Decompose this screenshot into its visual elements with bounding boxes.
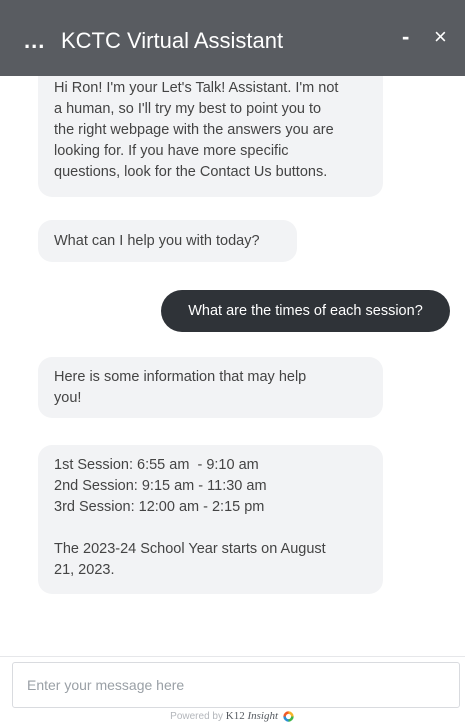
message-line: The 2023-24 School Year starts on August — [54, 541, 326, 557]
bot-message: Here is some information that may help y… — [38, 357, 383, 418]
message-spacer — [54, 518, 367, 539]
message-line: Here is some information that may help — [54, 369, 307, 385]
powered-by-label: Powered by — [170, 711, 223, 722]
message-line: the right webpage with the answers you a… — [54, 122, 334, 138]
message-line: a human, so I'll try my best to point yo… — [54, 101, 322, 117]
footer-divider — [0, 656, 465, 657]
message-input[interactable] — [12, 662, 460, 708]
user-message: What are the times of each session? — [161, 290, 450, 332]
chat-title: KCTC Virtual Assistant — [61, 28, 284, 53]
minimize-icon[interactable]: - — [402, 24, 409, 50]
message-line: Hi Ron! I'm your Let's Talk! Assistant. … — [54, 80, 339, 96]
message-line: 3rd Session: 12:00 am - 2:15 pm — [54, 499, 265, 515]
message-line: you! — [54, 390, 82, 406]
brand-name: K12 — [225, 710, 245, 722]
bot-message: What can I help you with today? — [38, 220, 297, 262]
close-icon[interactable]: × — [434, 24, 447, 50]
chat-header: ... KCTC Virtual Assistant - × — [0, 0, 465, 76]
message-line: What can I help you with today? — [54, 233, 260, 249]
brand-suffix: Insight — [247, 710, 279, 722]
bot-message: Hi Ron! I'm your Let's Talk! Assistant. … — [38, 76, 383, 197]
message-line: 2nd Session: 9:15 am - 11:30 am — [54, 478, 267, 494]
message-list[interactable]: Hi Ron! I'm your Let's Talk! Assistant. … — [0, 76, 465, 656]
bot-message: 1st Session: 6:55 am - 9:10 am 2nd Sessi… — [38, 445, 383, 594]
message-line: 21, 2023. — [54, 562, 115, 578]
powered-by[interactable]: Powered by K12 Insight — [0, 709, 465, 726]
message-line: questions, look for the Contact Us butto… — [54, 164, 328, 180]
k12-insight-logo-icon — [283, 711, 294, 722]
message-line: 1st Session: 6:55 am - 9:10 am — [54, 457, 259, 473]
more-options-icon[interactable]: ... — [24, 30, 45, 52]
message-line: looking for. If you have more specific — [54, 143, 289, 159]
message-line: What are the times of each session? — [188, 303, 423, 319]
chat-widget: ... KCTC Virtual Assistant - × Hi Ron! I… — [0, 0, 465, 726]
